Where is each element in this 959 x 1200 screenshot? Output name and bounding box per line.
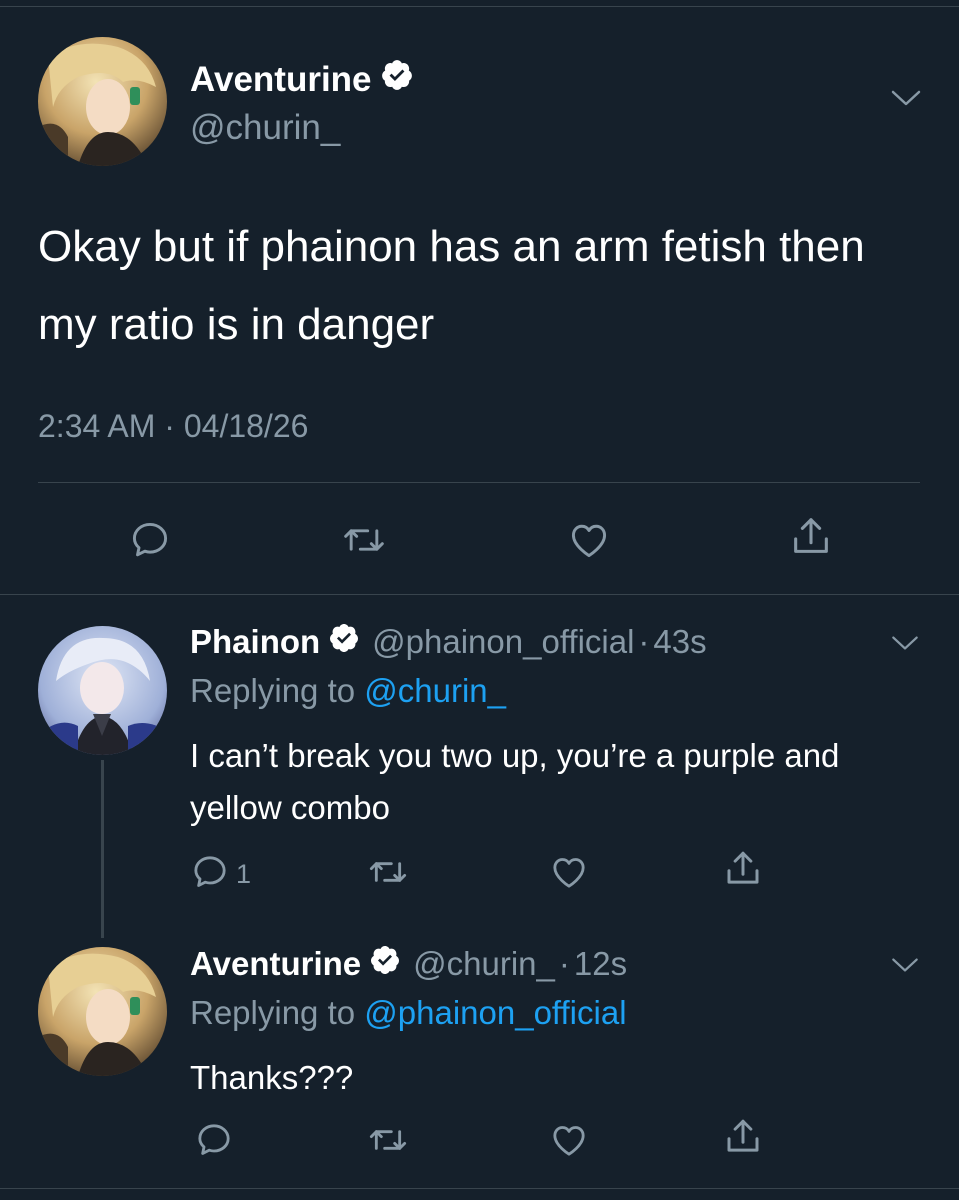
replying-to-line: Replying to @phainon_official <box>190 994 627 1032</box>
reply-author-handle[interactable]: @churin_ <box>413 945 555 983</box>
like-icon <box>548 852 590 897</box>
separator-dot: · <box>638 623 650 660</box>
reply-button[interactable] <box>128 518 172 567</box>
verified-badge-icon <box>328 622 360 662</box>
main-author-handle-row: @churin_ <box>190 108 340 148</box>
like-icon <box>548 1120 590 1165</box>
reply-icon <box>190 852 230 897</box>
replying-to-prefix: Replying to <box>190 672 356 709</box>
avatar-aventurine[interactable] <box>38 947 167 1076</box>
reply-time[interactable]: 43s <box>653 623 706 661</box>
like-button[interactable] <box>548 852 590 897</box>
share-icon <box>722 1116 764 1163</box>
verified-badge-icon <box>380 58 414 101</box>
share-button[interactable] <box>788 514 834 565</box>
top-divider <box>0 6 959 7</box>
replying-to-line: Replying to @churin_ <box>190 672 506 710</box>
separator-dot: · <box>558 945 570 982</box>
like-icon <box>566 518 612 567</box>
chevron-down-icon[interactable] <box>890 88 922 113</box>
retweet-icon <box>366 852 410 897</box>
thread-connector-line <box>101 760 104 938</box>
retweet-button[interactable] <box>340 518 388 567</box>
reply-text: I can’t break you two up, you’re a purpl… <box>190 737 840 826</box>
reply-author-handle[interactable]: @phainon_official <box>372 623 634 661</box>
share-button[interactable] <box>722 1116 764 1163</box>
like-button[interactable] <box>548 1120 590 1165</box>
reply-author-name[interactable]: Aventurine <box>190 945 361 983</box>
divider <box>38 482 920 483</box>
reply-button[interactable]: 1 <box>190 852 251 897</box>
main-tweet-timestamp[interactable]: 2:34 AM · 04/18/26 <box>38 408 308 445</box>
chevron-down-icon[interactable] <box>890 956 920 979</box>
reply-button[interactable] <box>194 1120 234 1165</box>
reply-count: 1 <box>236 859 252 889</box>
main-author-handle[interactable]: @churin_ <box>190 108 340 148</box>
main-tweet-text: Okay but if phainon has an arm fetish th… <box>38 222 865 349</box>
avatar-aventurine[interactable] <box>38 37 167 166</box>
reply-icon <box>194 1120 234 1165</box>
replying-to-handle[interactable]: @churin_ <box>364 672 506 709</box>
retweet-button[interactable] <box>366 852 410 897</box>
reply-time[interactable]: 12s <box>574 945 627 983</box>
share-icon <box>722 848 764 895</box>
main-author-name-row: Aventurine <box>190 58 414 101</box>
retweet-icon <box>340 518 388 567</box>
reply-header-phainon: Phainon @phainon_official · 43s <box>190 622 707 662</box>
replying-to-handle[interactable]: @phainon_official <box>364 994 626 1031</box>
retweet-icon <box>366 1120 410 1165</box>
chevron-down-icon[interactable] <box>890 634 920 657</box>
share-icon <box>788 514 834 565</box>
retweet-button[interactable] <box>366 1120 410 1165</box>
main-author-name[interactable]: Aventurine <box>190 60 372 100</box>
reply-header-aventurine: Aventurine @churin_ · 12s <box>190 944 627 984</box>
divider <box>0 594 959 595</box>
avatar-phainon[interactable] <box>38 626 167 755</box>
divider <box>0 1188 959 1189</box>
reply-icon <box>128 518 172 567</box>
reply-author-name[interactable]: Phainon <box>190 623 320 661</box>
verified-badge-icon <box>369 944 401 984</box>
share-button[interactable] <box>722 848 764 895</box>
reply-text: Thanks??? <box>190 1059 354 1096</box>
like-button[interactable] <box>566 518 612 567</box>
replying-to-prefix: Replying to <box>190 994 356 1031</box>
